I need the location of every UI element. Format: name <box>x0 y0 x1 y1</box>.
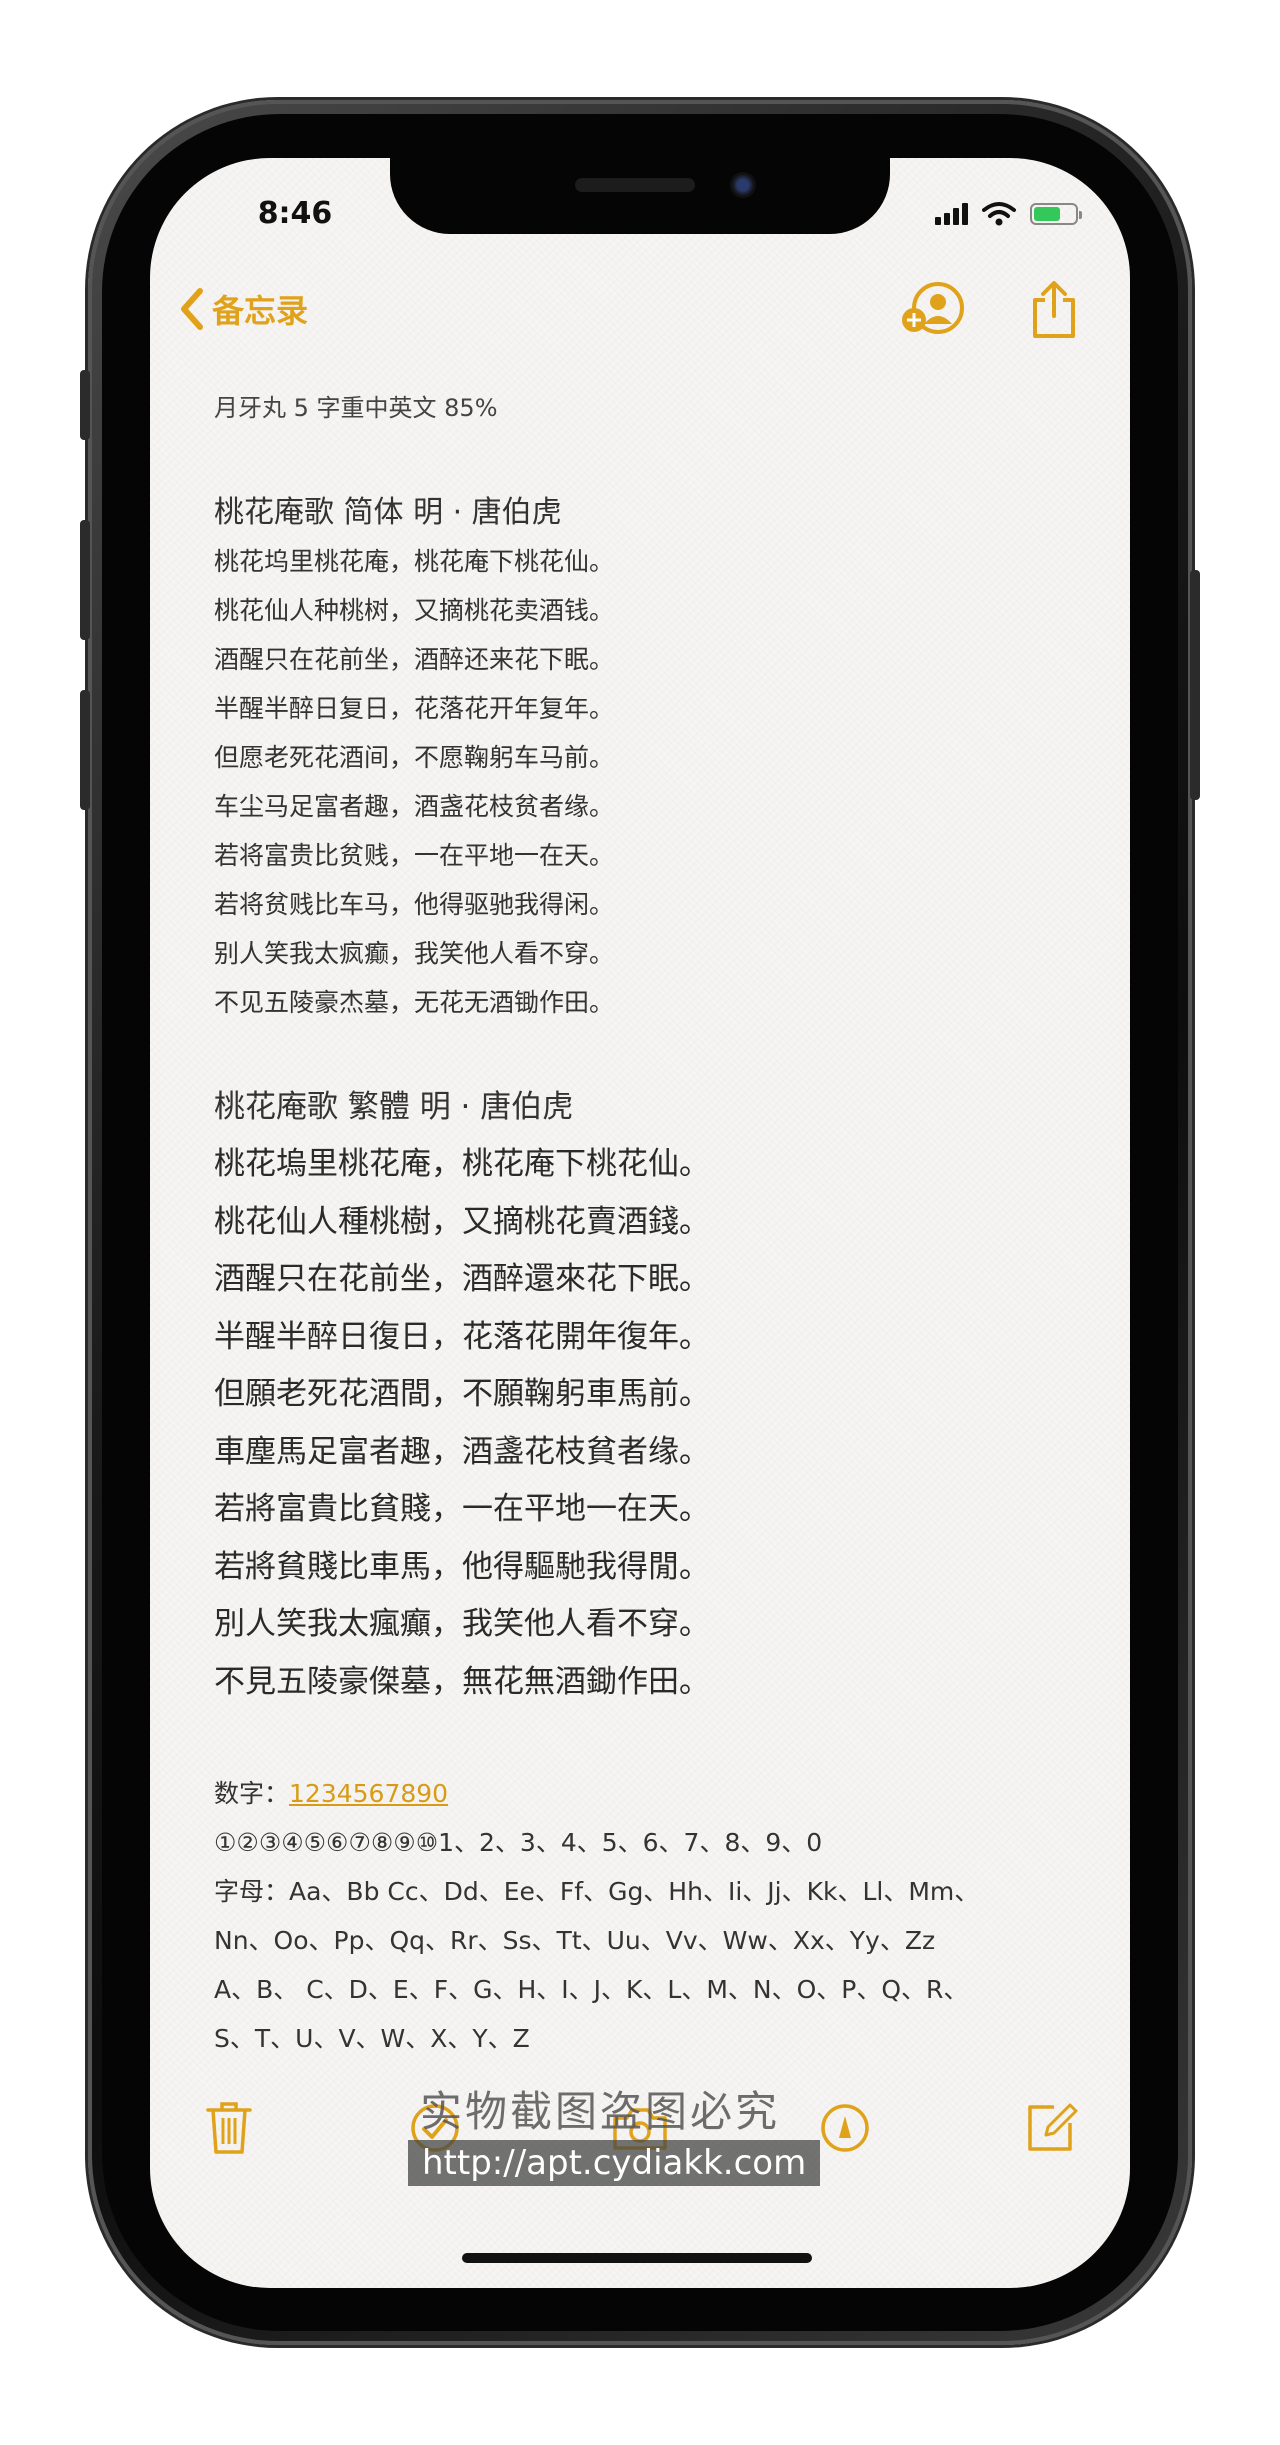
volume-down-button <box>80 690 90 810</box>
person-add-icon <box>902 282 964 334</box>
home-indicator[interactable] <box>462 2253 812 2263</box>
numbers-line: 数字：1234567890 <box>214 1769 1084 1818</box>
poem-line: 桃花坞里桃花庵，桃花庵下桃花仙。 <box>214 547 615 576</box>
silent-switch <box>80 370 90 440</box>
delete-button[interactable] <box>194 2093 264 2163</box>
poem-line: 不見五陵豪傑墓，無花無酒鋤作田。 <box>214 1663 710 1700</box>
poem-line: 若将贫贱比车马，他得驱驰我得闲。 <box>214 890 615 919</box>
nav-actions <box>900 278 1086 342</box>
poem-line: 酒醒只在花前坐，酒醉还来花下眠。 <box>214 645 615 674</box>
status-icons <box>935 198 1082 230</box>
power-button <box>1190 570 1200 800</box>
poem-line: 別人笑我太瘋癲，我笑他人看不穿。 <box>214 1606 710 1642</box>
add-person-button[interactable] <box>900 278 964 342</box>
phone-screen: 8:46 备忘录 月牙丸 5 字重中英文 85% 桃花庵歌 简体 明 · 唐伯虎… <box>150 158 1130 2288</box>
back-label: 备忘录 <box>212 292 309 330</box>
numbers-label: 数字： <box>214 1779 290 1808</box>
poem-simplified: 桃花坞里桃花庵，桃花庵下桃花仙。 桃花仙人种桃树，又摘桃花卖酒钱。 酒醒只在花前… <box>214 537 1084 1027</box>
chevron-left-icon <box>181 288 203 330</box>
poem-line: 但愿老死花酒间，不愿鞠躬车马前。 <box>214 743 615 772</box>
front-camera <box>730 172 756 198</box>
letters-line: S、T、U、V、W、X、Y、Z <box>214 2024 530 2053</box>
letters-line: Nn、Oo、Pp、Qq、Rr、Ss、Tt、Uu、Vv、Ww、Xx、Yy、Zz <box>214 1926 936 1955</box>
letters-line: A、B、 C、D、E、F、G、H、I、J、K、L、M、N、O、P、Q、R、 <box>214 1975 969 2004</box>
poem-title-traditional: 桃花庵歌 繁體 明 · 唐伯虎 <box>214 1089 574 1125</box>
watermark-url: http://apt.cydiakk.com <box>408 2140 821 2186</box>
letters-line: 字母：Aa、Bb Cc、Dd、Ee、Ff、Gg、Hh、Ii、Jj、Kk、Ll、M… <box>214 1877 980 1906</box>
markup-icon <box>821 2104 869 2152</box>
sample-characters: 数字：1234567890 ①②③④⑤⑥⑦⑧⑨⑩1、2、3、4、5、6、7、8、… <box>214 1769 1084 2063</box>
poem-line: 車塵馬足富者趣，酒盞花枝貧者缘。 <box>214 1433 710 1470</box>
trash-icon <box>206 2102 252 2154</box>
poem-line: 桃花塢里桃花庵，桃花庵下桃花仙。 <box>214 1146 710 1182</box>
volume-up-button <box>80 520 90 640</box>
share-icon <box>1033 281 1075 338</box>
circled-numbers-line: ①②③④⑤⑥⑦⑧⑨⑩1、2、3、4、5、6、7、8、9、0 <box>214 1828 823 1857</box>
status-time: 8:46 <box>257 196 333 231</box>
signal-icon <box>935 203 968 225</box>
markup-button[interactable] <box>810 2093 880 2163</box>
poem-line: 半醒半醉日复日，花落花开年复年。 <box>214 694 615 723</box>
poem-line: 不见五陵豪杰墓，无花无酒锄作田。 <box>214 988 615 1017</box>
poem-traditional: 桃花塢里桃花庵，桃花庵下桃花仙。 桃花仙人種桃樹，又摘桃花賣酒錢。 酒醒只在花前… <box>214 1136 1084 1711</box>
share-button[interactable] <box>1022 278 1086 342</box>
poem-line: 别人笑我太疯癫，我笑他人看不穿。 <box>214 939 615 968</box>
notch <box>390 158 890 234</box>
back-button[interactable]: 备忘录 <box>178 286 308 332</box>
speaker-grille <box>575 178 695 192</box>
wifi-icon <box>982 202 1016 226</box>
watermark-text: 实物截图盗图必究 <box>420 2087 781 2136</box>
poem-line: 车尘马足富者趣，酒盏花枝贫者缘。 <box>214 792 615 821</box>
poem-line: 但願老死花酒間，不願鞠躬車馬前。 <box>214 1376 710 1412</box>
numbers-link[interactable]: 1234567890 <box>289 1779 448 1808</box>
poem-line: 酒醒只在花前坐，酒醉還來花下眠。 <box>214 1261 710 1297</box>
poem-line: 桃花仙人种桃树，又摘桃花卖酒钱。 <box>214 596 615 625</box>
compose-button[interactable] <box>1016 2093 1086 2163</box>
poem-line: 若将富贵比贫贱，一在平地一在天。 <box>214 841 615 870</box>
compose-icon <box>1028 2103 1078 2151</box>
note-header: 月牙丸 5 字重中英文 85% <box>214 394 498 422</box>
poem-line: 若將貧賤比車馬，他得驅馳我得閒。 <box>214 1548 710 1585</box>
poem-title-simplified: 桃花庵歌 简体 明 · 唐伯虎 <box>214 495 562 530</box>
poem-line: 桃花仙人種桃樹，又摘桃花賣酒錢。 <box>214 1203 710 1240</box>
note-body[interactable]: 月牙丸 5 字重中英文 85% 桃花庵歌 简体 明 · 唐伯虎 桃花坞里桃花庵，… <box>214 388 1084 2063</box>
battery-icon <box>1030 203 1082 225</box>
poem-line: 半醒半醉日復日，花落花開年復年。 <box>214 1318 710 1355</box>
poem-line: 若將富貴比貧賤，一在平地一在天。 <box>214 1491 710 1527</box>
